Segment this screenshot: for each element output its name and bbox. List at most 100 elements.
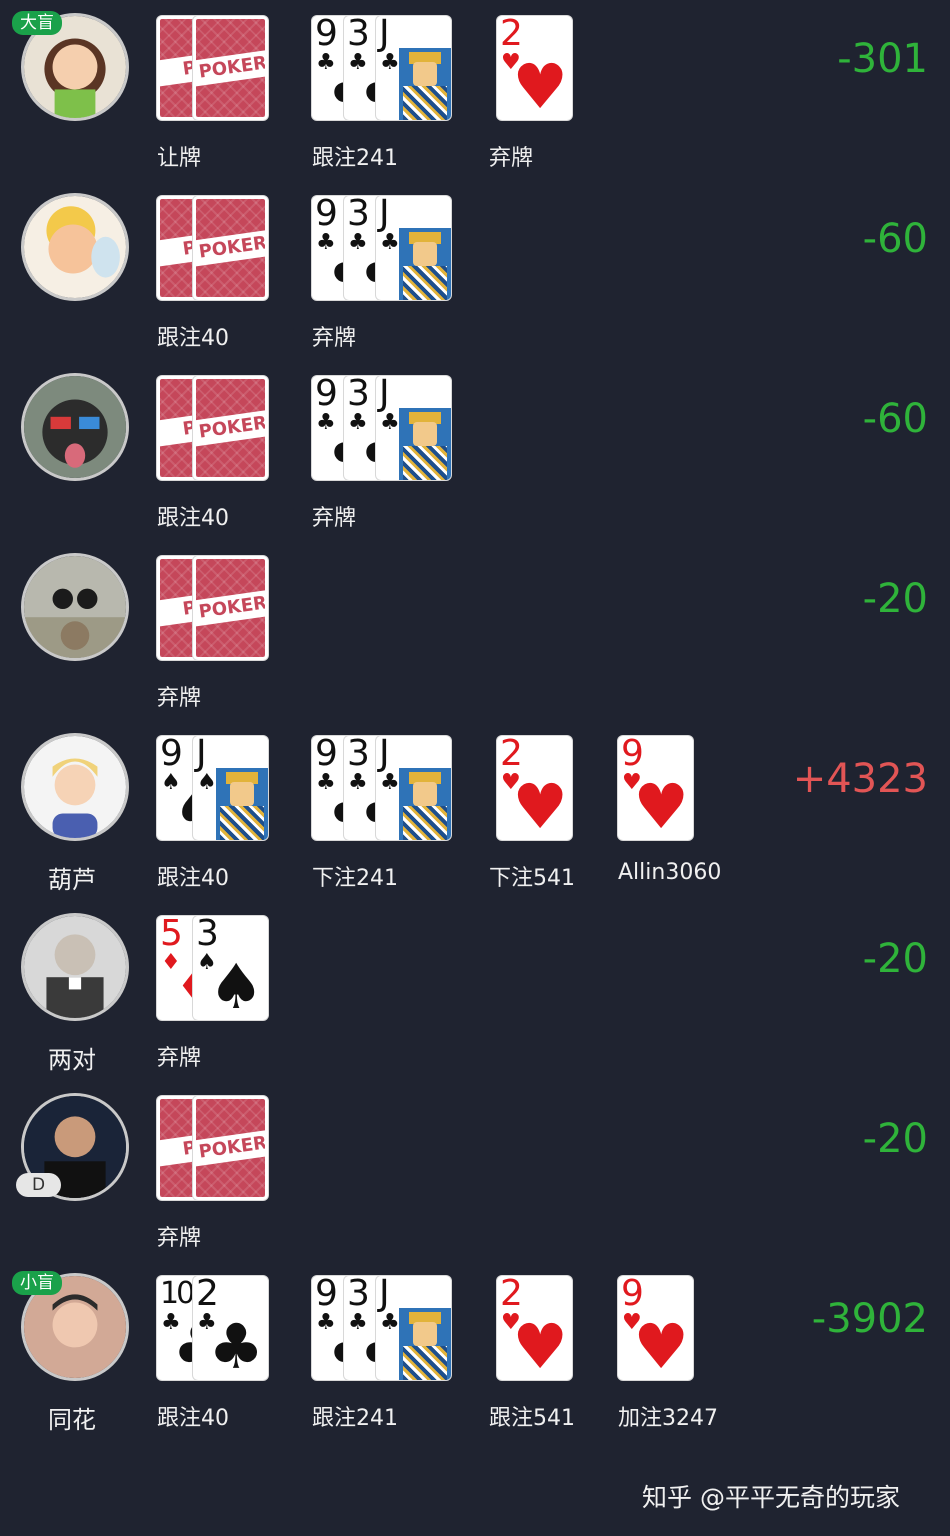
old-man-avatar[interactable] xyxy=(21,913,129,1021)
action-label: 加注3247 xyxy=(618,1406,718,1431)
card-rank: 3 xyxy=(347,196,370,234)
hand-result-label: 葫芦 xyxy=(48,866,96,894)
action-label: 跟注40 xyxy=(157,326,229,351)
jack-face-art xyxy=(399,48,451,120)
card-suit-large-icon: ♥ xyxy=(512,770,568,840)
card-suit-large-icon: ♠ xyxy=(208,950,264,1020)
action-label: 跟注40 xyxy=(157,506,229,531)
card-suit-small-icon: ♠ xyxy=(197,770,217,795)
playing-card: J ♣ xyxy=(376,736,451,840)
gorilla-avatar[interactable] xyxy=(21,373,129,481)
playing-card: J ♣ xyxy=(376,376,451,480)
card-rank: 9 xyxy=(621,1276,644,1314)
action-label: 弃牌 xyxy=(157,686,202,711)
chip-result: -301 xyxy=(837,36,928,82)
playing-card: 2 ♥ ♥ xyxy=(497,736,572,840)
card-rank: 9 xyxy=(315,16,338,54)
playing-card: 2 ♥ ♥ xyxy=(497,16,572,120)
player-row: DPOPOKER弃牌-20 xyxy=(0,1080,950,1260)
jack-face-art xyxy=(216,768,268,840)
card-suit-large-icon: ♥ xyxy=(512,50,568,120)
card-rank: J xyxy=(379,16,390,54)
hand-result-label: 两对 xyxy=(48,1046,96,1074)
playing-card: 2 ♣ ♣ xyxy=(193,1276,268,1380)
card-back-logo: POKER xyxy=(196,1129,265,1167)
card-rank: 9 xyxy=(315,736,338,774)
watermark: 知乎 @平平无奇的玩家 xyxy=(642,1483,900,1512)
action-label: 弃牌 xyxy=(157,1226,202,1251)
card-rank: 9 xyxy=(315,1276,338,1314)
hand-result-label: 同花 xyxy=(48,1406,96,1434)
card-back: POKER xyxy=(193,1096,268,1200)
card-rank: 2 xyxy=(500,736,523,774)
jack-face-art xyxy=(399,228,451,300)
card-back: POKER xyxy=(193,376,268,480)
jack-face-art xyxy=(399,768,451,840)
card-rank: 9 xyxy=(621,736,644,774)
boy-avatar[interactable] xyxy=(21,733,129,841)
cupid-avatar[interactable] xyxy=(21,193,129,301)
playing-card: J ♠ xyxy=(193,736,268,840)
playing-card: 3 ♠ ♠ xyxy=(193,916,268,1020)
card-rank: 2 xyxy=(500,16,523,54)
jack-face-art xyxy=(399,1308,451,1380)
card-rank: J xyxy=(379,1276,390,1314)
jack-face-art xyxy=(399,408,451,480)
chip-result: -20 xyxy=(862,936,928,982)
chip-result: -60 xyxy=(862,396,928,442)
playing-card: J ♣ xyxy=(376,1276,451,1380)
chip-result: -20 xyxy=(862,1116,928,1162)
action-label: 跟注541 xyxy=(489,1406,575,1431)
card-rank: 9 xyxy=(160,736,183,774)
card-suit-small-icon: ♣ xyxy=(380,50,400,75)
action-label: 弃牌 xyxy=(489,146,534,171)
card-rank: 3 xyxy=(196,916,219,954)
player-row: 葫芦9♠♠J♠跟注409♣♣3♣♣J♣下注2412♥♥下注5419♥♥Allin… xyxy=(0,720,950,900)
card-back: POKER xyxy=(193,16,268,120)
card-suit-large-icon: ♣ xyxy=(208,1310,264,1380)
card-suit-large-icon: ♥ xyxy=(512,1310,568,1380)
playing-card: J ♣ xyxy=(376,16,451,120)
chip-result: -3902 xyxy=(811,1296,928,1342)
card-rank: J xyxy=(379,736,390,774)
card-suit-large-icon: ♥ xyxy=(633,770,689,840)
card-back: POKER xyxy=(193,196,268,300)
chip-result: +4323 xyxy=(792,756,928,802)
card-rank: 9 xyxy=(315,376,338,414)
playing-card: J ♣ xyxy=(376,196,451,300)
card-rank: 9 xyxy=(315,196,338,234)
playing-card: 2 ♥ ♥ xyxy=(497,1276,572,1380)
action-label: 跟注241 xyxy=(312,1406,398,1431)
player-row: POPOKER弃牌-20 xyxy=(0,540,950,720)
action-label: 下注541 xyxy=(489,866,575,891)
playing-card: 9 ♥ ♥ xyxy=(618,1276,693,1380)
card-rank: J xyxy=(379,376,390,414)
action-label: 下注241 xyxy=(312,866,398,891)
card-suit-small-icon: ♣ xyxy=(380,770,400,795)
blind-badge: 大盲 xyxy=(12,11,62,35)
action-label: Allin3060 xyxy=(618,860,722,885)
action-label: 弃牌 xyxy=(312,326,357,351)
card-rank: J xyxy=(196,736,207,774)
card-suit-small-icon: ♣ xyxy=(380,230,400,255)
card-rank: 3 xyxy=(347,736,370,774)
card-rank: 2 xyxy=(196,1276,219,1314)
card-rank: J xyxy=(379,196,390,234)
playing-card: 9 ♥ ♥ xyxy=(618,736,693,840)
player-row: POPOKER跟注409♣♣3♣♣J♣弃牌-60 xyxy=(0,180,950,360)
card-rank: 5 xyxy=(160,916,183,954)
blind-badge: 小盲 xyxy=(12,1271,62,1295)
card-back-logo: POKER xyxy=(196,229,265,267)
action-label: 跟注40 xyxy=(157,1406,229,1431)
card-back: POKER xyxy=(193,556,268,660)
card-rank: 2 xyxy=(500,1276,523,1314)
card-rank: 10 xyxy=(160,1276,195,1311)
chip-result: -20 xyxy=(862,576,928,622)
dogs-cat-avatar[interactable] xyxy=(21,553,129,661)
card-suit-small-icon: ♣ xyxy=(380,410,400,435)
card-back-logo: POKER xyxy=(196,409,265,447)
chip-result: -60 xyxy=(862,216,928,262)
card-rank: 3 xyxy=(347,376,370,414)
dealer-button-badge: D xyxy=(16,1173,62,1197)
action-label: 弃牌 xyxy=(312,506,357,531)
